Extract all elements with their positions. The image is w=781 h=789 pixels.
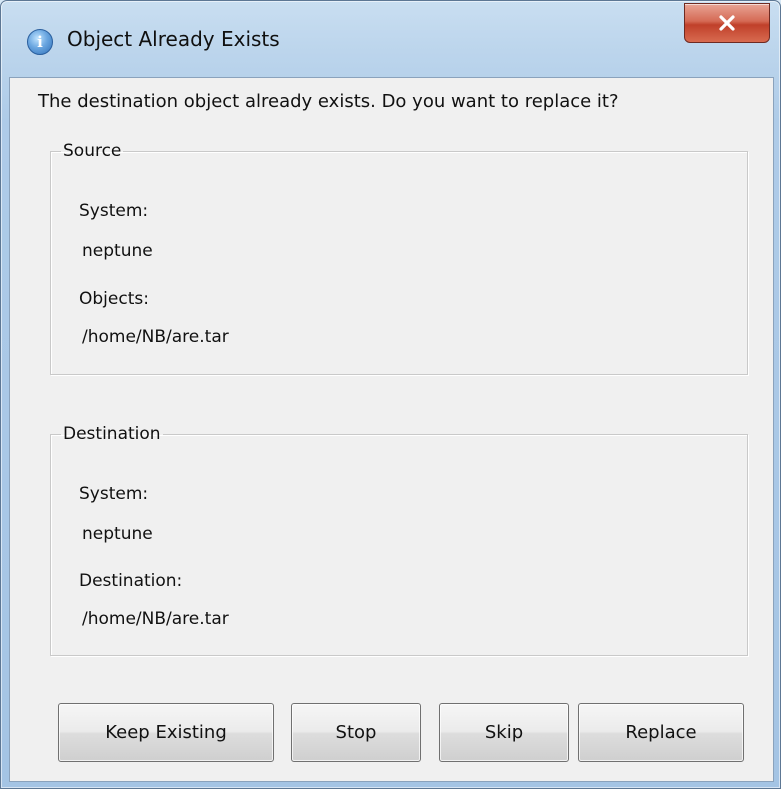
stop-button[interactable]: Stop <box>291 703 421 762</box>
prompt-message: The destination object already exists. D… <box>38 91 619 112</box>
title-bar[interactable]: i Object Already Exists <box>1 1 780 77</box>
source-objects-label: Objects: <box>79 289 149 309</box>
destination-legend: Destination <box>63 424 161 444</box>
close-icon <box>719 15 735 31</box>
source-objects-value: /home/NB/are.tar <box>82 327 229 347</box>
source-system-label: System: <box>79 201 149 221</box>
keep-existing-button[interactable]: Keep Existing <box>58 703 274 762</box>
destination-system-label: System: <box>79 484 149 504</box>
replace-button[interactable]: Replace <box>578 703 744 762</box>
destination-group: Destination System: neptune Destination:… <box>50 424 748 656</box>
source-system-value: neptune <box>82 241 153 261</box>
dialog-body: The destination object already exists. D… <box>9 77 774 782</box>
source-legend: Source <box>63 141 122 161</box>
close-button[interactable] <box>684 3 770 43</box>
source-group: Source System: neptune Objects: /home/NB… <box>50 141 748 375</box>
dialog-window: i Object Already Exists The destination … <box>0 0 781 789</box>
skip-button[interactable]: Skip <box>439 703 569 762</box>
window-title: Object Already Exists <box>67 27 280 51</box>
destination-path-value: /home/NB/are.tar <box>82 609 229 629</box>
info-icon: i <box>27 29 53 55</box>
destination-system-value: neptune <box>82 524 153 544</box>
destination-path-label: Destination: <box>79 571 183 591</box>
